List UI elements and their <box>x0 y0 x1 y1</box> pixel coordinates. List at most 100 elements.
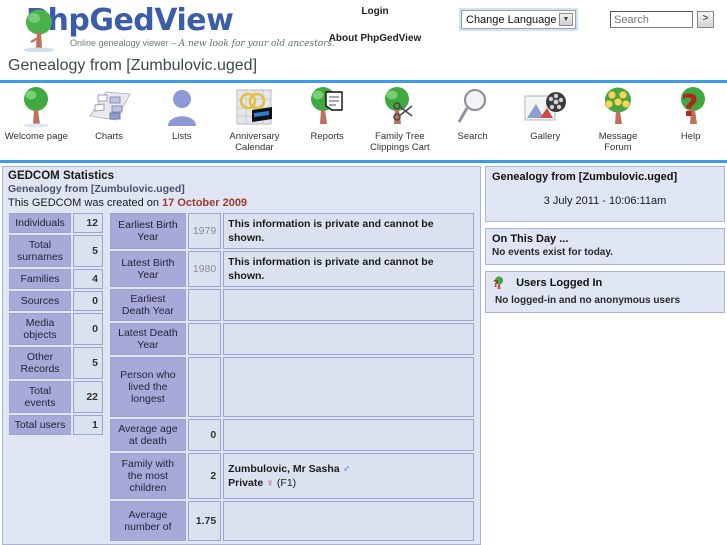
header-divider-bottom <box>0 160 727 163</box>
nav-label: Search <box>457 131 488 142</box>
nav-item-gallery[interactable]: Gallery <box>509 84 582 160</box>
sidebar-panel-gedcom: Genealogy from [Zumbulovic.uged] 3 July … <box>485 166 725 222</box>
on-this-day-text: No events exist for today. <box>492 247 613 258</box>
page-title: Genealogy from [Zumbulovic.uged] <box>8 57 258 74</box>
most-children-family-cell: Zumbulovic, Mr Sasha ♂ Private ♀ (F1) <box>223 453 474 499</box>
chart-boxes-icon <box>73 86 146 128</box>
table-row: Earliest Death Year <box>110 289 474 321</box>
site-logo[interactable]: PhpGedView Online genealogy viewer – A n… <box>8 2 335 52</box>
row-note: This information is private and cannot b… <box>223 213 474 249</box>
nav-label-2: Calendar <box>235 142 274 153</box>
nav-label: Message <box>598 131 638 142</box>
nav-label-2: Forum <box>604 142 632 153</box>
gedcom-statistics-header: GEDCOM Statistics Genealogy from [Zumbul… <box>3 167 480 211</box>
table-row: Other Records 5 <box>9 347 103 379</box>
nav-label-2: Clippings Cart <box>370 142 430 153</box>
sidebar-panel-users-logged-in: ? Users Logged In No logged-in and no an… <box>485 271 725 313</box>
row-label: Individuals <box>9 213 71 233</box>
stats-title: GEDCOM Statistics <box>8 170 115 182</box>
table-row: Total surnames 5 <box>9 235 103 267</box>
table-row: Latest Death Year <box>110 323 474 355</box>
row-value: 5 <box>73 235 103 267</box>
tree-faces-icon <box>582 86 655 128</box>
chevron-down-icon[interactable]: ▼ <box>559 13 573 26</box>
row-label: Total users <box>9 415 71 435</box>
row-label: Total surnames <box>9 235 71 267</box>
sidebar-panel-on-this-day: On This Day ... No events exist for toda… <box>485 228 725 265</box>
logo-tagline: Online genealogy viewer – A new look for… <box>70 38 335 49</box>
login-link[interactable]: Login <box>300 6 450 17</box>
nav-item-family-tree-clippings-cart[interactable]: Family Tree Clippings Cart <box>364 84 437 160</box>
husband-name[interactable]: Zumbulovic, Mr Sasha <box>228 463 339 475</box>
about-link[interactable]: About PhpGedView <box>300 33 450 44</box>
summary-statistics-table: Individuals 12 Total surnames 5 Families… <box>7 211 105 437</box>
nav-item-search[interactable]: Search <box>436 84 509 160</box>
table-row: Average age at death 0 <box>110 419 474 451</box>
page-header: PhpGedView Online genealogy viewer – A n… <box>0 0 727 163</box>
nav-item-reports[interactable]: Reports <box>291 84 364 160</box>
row-value: 1 <box>73 415 103 435</box>
search-input[interactable] <box>610 11 693 28</box>
row-label: Total events <box>9 381 71 413</box>
table-row: Average number of 1.75 <box>110 501 474 541</box>
panel-title: Genealogy from [Zumbulovic.uged] <box>492 171 678 183</box>
svg-text:?: ? <box>493 279 499 290</box>
nav-label: Family Tree <box>375 131 425 142</box>
table-row: Families 4 <box>9 269 103 289</box>
row-note <box>223 501 474 541</box>
table-row: Earliest Birth Year 1979 This informatio… <box>110 213 474 249</box>
table-row: Sources 0 <box>9 291 103 311</box>
family-id[interactable]: (F1) <box>277 477 296 489</box>
table-row: Person who lived the longest <box>110 357 474 417</box>
nav-item-welcome-page[interactable]: Welcome page <box>0 84 73 160</box>
row-label: Sources <box>9 291 71 311</box>
row-label: Latest Birth Year <box>110 251 186 287</box>
row-value: 2 <box>187 453 222 499</box>
main-navigation: Welcome page Charts Lists Anniversary Ca… <box>0 84 727 160</box>
row-label: Family with the most children <box>110 453 186 499</box>
table-row: Individuals 12 <box>9 213 103 233</box>
wife-name[interactable]: Private <box>228 477 263 489</box>
photo-film-icon <box>509 86 582 128</box>
nav-item-help[interactable]: ? Help <box>654 84 727 160</box>
header-divider-top <box>0 80 727 83</box>
row-label: Earliest Death Year <box>110 289 186 321</box>
logo-tree-icon <box>23 9 55 52</box>
nav-label: Charts <box>95 131 124 142</box>
stats-created-date: 17 October 2009 <box>162 197 248 209</box>
gedcom-statistics-panel: GEDCOM Statistics Genealogy from [Zumbul… <box>2 166 481 545</box>
nav-item-lists[interactable]: Lists <box>145 84 218 160</box>
row-label: Earliest Birth Year <box>110 213 186 249</box>
svg-text:?: ? <box>681 89 698 124</box>
female-sex-icon: ♀ <box>266 477 274 489</box>
row-value: 1.75 <box>187 501 222 541</box>
search-submit-button[interactable]: > <box>697 11 714 28</box>
nav-label: Reports <box>310 131 344 142</box>
stats-created-line: This GEDCOM was created on 17 October 20… <box>8 197 475 209</box>
nav-item-charts[interactable]: Charts <box>73 84 146 160</box>
detail-statistics-table: Earliest Birth Year 1979 This informatio… <box>108 211 476 543</box>
row-value: 4 <box>73 269 103 289</box>
gedcom-datetime: 3 July 2011 - 10:06:11am <box>543 195 667 207</box>
row-label: Person who lived the longest <box>110 357 186 417</box>
row-note: This information is private and cannot b… <box>223 251 474 287</box>
nav-label: Anniversary <box>229 131 280 142</box>
row-label: Average age at death <box>110 419 186 451</box>
stats-created-prefix: This GEDCOM was created on <box>8 197 163 209</box>
row-label: Average number of <box>110 501 186 541</box>
nav-item-message-forum[interactable]: Message Forum <box>582 84 655 160</box>
table-row: Latest Birth Year 1980 This information … <box>110 251 474 287</box>
nav-label: Gallery <box>530 131 561 142</box>
language-select[interactable]: Change Language ▼ <box>459 8 578 31</box>
row-label: Media objects <box>9 313 71 345</box>
row-label: Other Records <box>9 347 71 379</box>
main-content: GEDCOM Statistics Genealogy from [Zumbul… <box>0 166 727 545</box>
tagline-plain: Online genealogy viewer – <box>70 38 179 48</box>
nav-item-anniversary-calendar[interactable]: Anniversary Calendar <box>218 84 291 160</box>
row-value: 5 <box>73 347 103 379</box>
row-value: 12 <box>73 213 103 233</box>
tree-document-icon <box>291 86 364 128</box>
row-value: 0 <box>187 419 222 451</box>
panel-title: On This Day ... <box>492 233 569 245</box>
male-sex-icon: ♂ <box>342 463 351 475</box>
